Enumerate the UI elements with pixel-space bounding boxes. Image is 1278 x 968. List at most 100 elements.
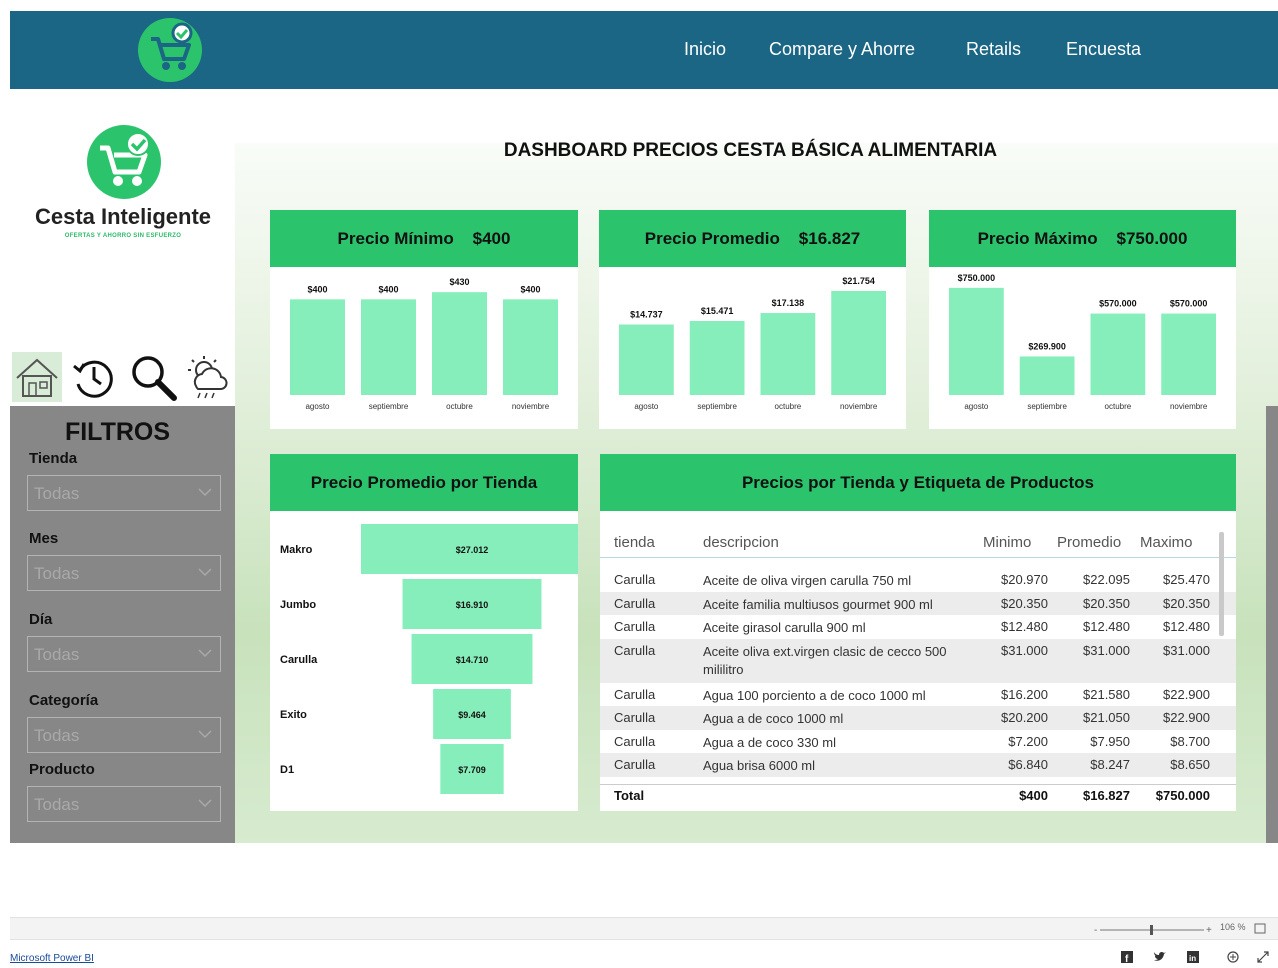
col-header-tienda[interactable]: tienda — [614, 534, 655, 551]
kpi-value: $400 — [472, 229, 511, 248]
table-row[interactable]: Carulla Agua 100 porciento a de coco 1000… — [600, 683, 1236, 707]
cell-minimo: $6.840 — [1008, 757, 1048, 772]
history-icon[interactable] — [68, 352, 118, 402]
bar[interactable] — [619, 324, 674, 395]
linkedin-icon[interactable]: in — [1186, 950, 1200, 964]
filter-select-dia[interactable]: Todas — [27, 636, 221, 672]
kpi-label: Precio Mínimo — [337, 229, 454, 248]
col-header-promedio[interactable]: Promedio — [1057, 534, 1121, 551]
bar-data-label: $400 — [378, 284, 398, 294]
table-row[interactable]: Carulla Agua a de coco 1000 ml $20.200 $21.… — [600, 706, 1236, 730]
kpi-card-promedio[interactable]: Precio Promedio $16.827 $14.737 agosto $15… — [599, 210, 906, 429]
cell-maximo: $22.900 — [1163, 686, 1210, 702]
facebook-icon[interactable]: f — [1120, 950, 1134, 964]
funnel-title: Precio Promedio por Tienda — [270, 454, 578, 511]
chevron-down-icon — [198, 488, 212, 497]
table-card[interactable]: Precios por Tienda y Etiqueta de Product… — [600, 454, 1236, 811]
funnel-data-label: $7.709 — [458, 765, 486, 775]
funnel-chart: $27.012 Makro $16.910 Jumbo $14.710 Carulla $9… — [280, 524, 578, 794]
bar[interactable] — [949, 287, 1004, 395]
nav-compare-y-ahorre[interactable]: Compare y Ahorre — [769, 39, 915, 60]
share-icon[interactable] — [1226, 950, 1240, 964]
bar-chart-minimo: $400 agosto $400 septiembre $430 octubre $400 n… — [290, 277, 558, 411]
table-row[interactable]: Carulla Aceite de oliva virgen carulla 75… — [600, 568, 1236, 592]
cell-tienda: Carulla — [614, 642, 656, 658]
table-row[interactable]: Carulla Agua a de coco 330 ml $7.200 $7.950… — [600, 730, 1236, 754]
table-scrollbar[interactable] — [1219, 532, 1224, 636]
weather-icon[interactable] — [182, 352, 232, 402]
power-bi-link[interactable]: Microsoft Power BI — [10, 953, 94, 964]
kpi-header-promedio: Precio Promedio $16.827 — [599, 210, 906, 267]
cell-maximo: $12.480 — [1163, 619, 1210, 634]
bar[interactable] — [432, 292, 487, 395]
nav-inicio[interactable]: Inicio — [684, 39, 726, 60]
col-header-descripcion[interactable]: descripcion — [703, 534, 779, 551]
search-icon[interactable] — [128, 352, 178, 402]
zoom-slider[interactable]: - + — [1094, 924, 1214, 936]
funnel-data-label: $16.910 — [456, 600, 489, 610]
bar[interactable] — [1090, 313, 1146, 395]
x-tick-label: octubre — [775, 402, 802, 411]
cell-maximo: $25.470 — [1163, 572, 1210, 587]
filter-select-mes[interactable]: Todas — [27, 555, 221, 591]
table-row[interactable]: Carulla Aceite girasol carulla 900 ml $12.… — [600, 615, 1236, 639]
table-title: Precios por Tienda y Etiqueta de Product… — [600, 454, 1236, 511]
twitter-icon[interactable] — [1153, 950, 1167, 964]
bar-data-label: $400 — [307, 284, 327, 294]
dashboard-title: DASHBOARD PRECIOS CESTA BÁSICA ALIMENTAR… — [503, 140, 998, 161]
cell-maximo: $20.350 — [1163, 595, 1210, 611]
chevron-down-icon — [198, 568, 212, 577]
filter-select-categoria[interactable]: Todas — [27, 717, 221, 753]
filter-select-tienda[interactable]: Todas — [27, 475, 221, 511]
kpi-card-maximo[interactable]: Precio Máximo $750.000 $750.000 agosto $26… — [929, 210, 1236, 429]
bar[interactable] — [361, 299, 416, 395]
bar[interactable] — [1019, 356, 1075, 395]
funnel-data-label: $14.710 — [456, 655, 489, 665]
col-header-minimo[interactable]: Minimo — [983, 534, 1031, 551]
kpi-value: $750.000 — [1116, 229, 1188, 248]
bar-data-label: $430 — [449, 277, 469, 287]
filter-label-tienda: Tienda — [29, 450, 78, 467]
bar[interactable] — [831, 290, 886, 395]
filter-label-mes: Mes — [29, 530, 59, 547]
cell-minimo: $31.000 — [1001, 642, 1048, 658]
kpi-label: Precio Máximo — [977, 229, 1098, 248]
cell-minimo: $20.350 — [1001, 595, 1048, 611]
cell-promedio: $20.350 — [1083, 595, 1130, 611]
cell-tienda: Carulla — [614, 619, 656, 634]
cell-promedio: $12.480 — [1083, 619, 1130, 634]
bar[interactable] — [760, 313, 816, 395]
fullscreen-icon[interactable] — [1256, 950, 1270, 964]
total-promedio: $16.827 — [1083, 788, 1130, 803]
cell-descripcion: Aceite familia multiusos gourmet 900 ml — [703, 596, 933, 612]
cart-logo-icon[interactable] — [137, 17, 203, 83]
bar[interactable] — [290, 299, 345, 395]
funnel-category-label: Jumbo — [280, 599, 316, 611]
filter-select-producto[interactable]: Todas — [27, 786, 221, 822]
bar-data-label: $400 — [520, 284, 540, 294]
nav-encuesta[interactable]: Encuesta — [1066, 39, 1141, 60]
col-header-maximo[interactable]: Maximo — [1140, 534, 1193, 551]
kpi-card-minimo[interactable]: Precio Mínimo $400 $400 agosto $400 septiem… — [270, 210, 578, 429]
fit-page-icon[interactable] — [1254, 923, 1266, 934]
chevron-down-icon — [198, 649, 212, 658]
bar[interactable] — [1161, 313, 1216, 395]
chevron-down-icon — [198, 730, 212, 739]
cell-maximo: $22.900 — [1163, 710, 1210, 725]
x-tick-label: septiembre — [697, 402, 737, 411]
table-row[interactable]: Carulla Agua brisa 6000 ml $6.840 $8.247 $8.… — [600, 753, 1236, 777]
table-row[interactable]: Carulla Aceite oliva ext.virgen clasic de… — [600, 638, 1236, 683]
home-icon[interactable] — [12, 352, 62, 402]
funnel-data-label: $27.012 — [456, 545, 489, 555]
bar[interactable] — [503, 299, 558, 395]
nav-retails[interactable]: Retails — [966, 39, 1021, 60]
kpi-label: Precio Promedio — [644, 229, 780, 248]
x-tick-label: octubre — [446, 402, 473, 411]
report-page: Inicio Compare y Ahorre Retails Encuesta… — [0, 0, 1278, 968]
cell-tienda: Carulla — [614, 757, 656, 772]
table-row[interactable]: Carulla Aceite familia multiusos gourmet … — [600, 591, 1236, 615]
chevron-down-icon — [198, 799, 212, 808]
funnel-card[interactable]: Precio Promedio por Tienda $27.012 Makro $… — [270, 454, 578, 811]
bar[interactable] — [689, 321, 745, 395]
x-tick-label: agosto — [634, 402, 659, 411]
